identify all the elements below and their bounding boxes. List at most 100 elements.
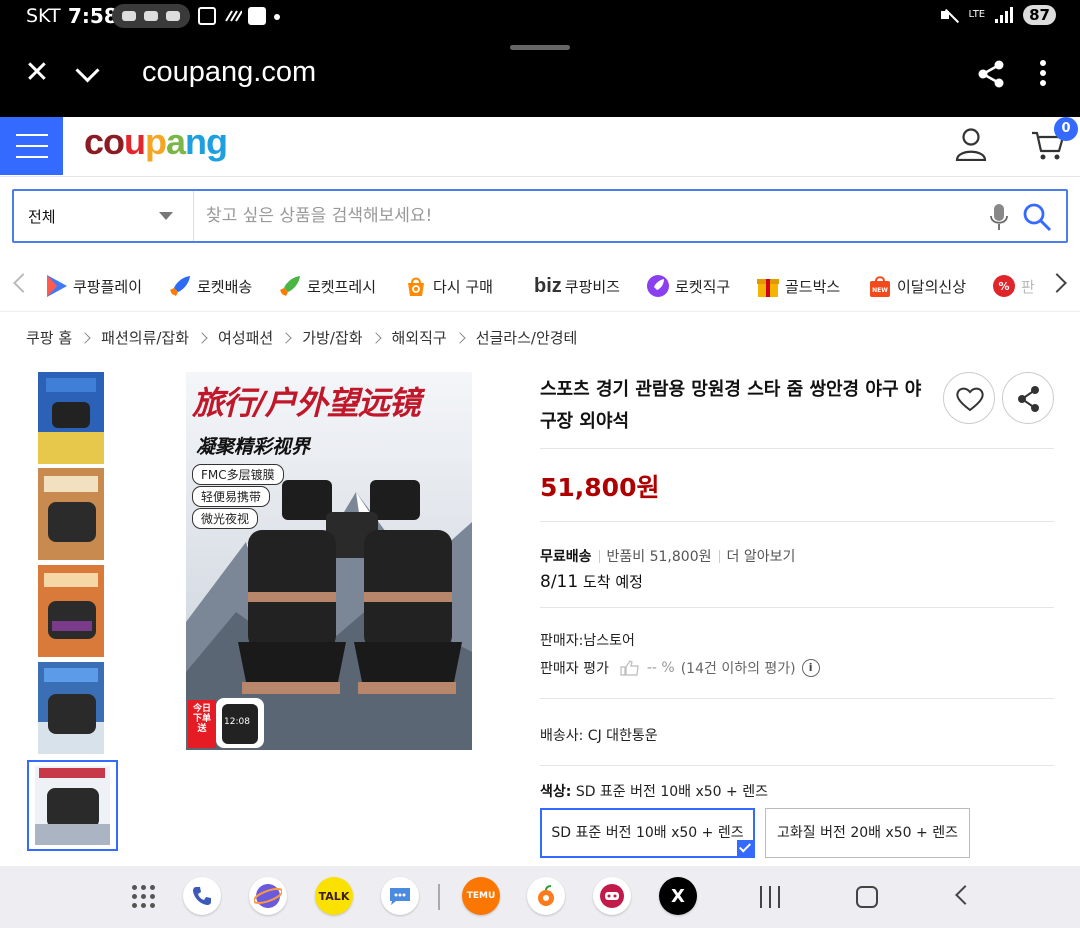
category-label: 쿠팡플레이 <box>73 277 143 296</box>
option-high-quality[interactable]: 고화질 버전 20배 x50 + 렌즈 <box>765 808 970 858</box>
scroll-left-icon[interactable] <box>13 273 33 293</box>
chevron-right-icon <box>369 331 382 344</box>
temu-app-icon[interactable]: TEMU <box>462 877 500 915</box>
drag-handle[interactable] <box>510 45 570 50</box>
product-thumbnail-selected[interactable] <box>27 760 118 851</box>
search-category-select[interactable]: 전체 <box>14 191 194 241</box>
mute-icon <box>940 7 959 23</box>
option-standard[interactable]: SD 표준 버전 10배 x50 + 렌즈 <box>540 808 755 858</box>
search-input[interactable] <box>206 203 966 229</box>
image-feature-tag: FMC多层镀膜 <box>192 464 284 485</box>
game-app-icon[interactable] <box>593 877 631 915</box>
color-selection: 색상: SD 표준 버전 10배 x50 + 렌즈 <box>540 781 768 801</box>
recent-apps-icon[interactable] <box>760 886 780 908</box>
arrival-date: 8/11 <box>540 572 579 592</box>
image-headline: 旅行/户外望远镜 <box>192 384 421 422</box>
product-thumbnail[interactable] <box>38 468 104 560</box>
share-product-button[interactable] <box>1002 372 1054 424</box>
divider <box>540 765 1054 766</box>
divider <box>540 521 1054 522</box>
more-options-icon[interactable] <box>1030 60 1056 90</box>
return-fee-label: 반품비 51,800원 <box>606 549 712 565</box>
category-rocket-fresh[interactable]: 로켓프레시 <box>278 272 376 300</box>
scroll-right-icon[interactable] <box>1047 273 1067 293</box>
breadcrumb-item[interactable]: 패션의류/잡화 <box>101 327 189 348</box>
category-rocket-global[interactable]: 로켓직구 <box>646 272 730 300</box>
clock: 7:58 <box>68 4 118 28</box>
check-icon <box>737 840 753 856</box>
thumbs-up-icon <box>620 660 639 676</box>
heart-icon <box>956 387 984 412</box>
product-thumbnail[interactable] <box>38 372 104 464</box>
category-label: 다시 구매 <box>433 277 493 296</box>
coupang-logo[interactable]: coupang <box>84 121 228 163</box>
chevron-down-icon[interactable] <box>74 62 104 86</box>
search-icon[interactable] <box>1022 202 1052 232</box>
category-label: 로켓배송 <box>197 277 253 296</box>
fruit-app-icon[interactable] <box>527 877 565 915</box>
user-icon[interactable] <box>955 127 987 162</box>
option-label: SD 표준 버전 10배 x50 + 렌즈 <box>551 825 744 841</box>
app-drawer-icon[interactable] <box>132 885 156 909</box>
carrier-label: SKT <box>26 5 61 27</box>
breadcrumb-item[interactable]: 여성패션 <box>218 327 273 348</box>
breadcrumb-item[interactable]: 가방/잡화 <box>302 327 362 348</box>
url-label[interactable]: coupang.com <box>142 56 316 89</box>
navigation-bar: TALK TEMU X <box>0 866 1080 928</box>
category-goldbox[interactable]: 골드박스 <box>756 272 840 300</box>
option-label: 고화질 버전 20배 x50 + 렌즈 <box>777 825 958 841</box>
chevron-right-icon <box>454 331 466 344</box>
seller-name[interactable]: 판매자:남스토어 <box>540 630 635 650</box>
category-discount[interactable]: % 판 <box>992 272 1035 300</box>
breadcrumb-item[interactable]: 해외직구 <box>392 327 447 348</box>
image-feature-tag: 轻便易携带 <box>192 486 271 507</box>
rebuy-icon <box>408 277 424 296</box>
app-notification-icon <box>248 7 266 25</box>
product-thumbnail[interactable] <box>38 662 104 754</box>
wishlist-button[interactable] <box>943 372 995 424</box>
category-rocket-delivery[interactable]: 로켓배송 <box>168 272 252 300</box>
svg-text:%: % <box>998 280 1009 293</box>
biz-icon: biz <box>534 274 562 297</box>
phone-app-icon[interactable] <box>183 877 221 915</box>
shipping-info: 무료배송 반품비 51,800원 더 알아보기 <box>540 546 795 566</box>
category-coupang-play[interactable]: 쿠팡플레이 <box>44 272 142 300</box>
back-icon[interactable] <box>955 885 975 905</box>
breadcrumb-item[interactable]: 선글라스/안경테 <box>476 327 578 348</box>
nfc-icon <box>224 7 243 25</box>
learn-more-link[interactable]: 더 알아보기 <box>727 546 796 566</box>
search-bar: 전체 <box>12 189 1068 243</box>
product-title: 스포츠 경기 관람용 망원경 스타 줌 쌍안경 야구 야구장 외야석 <box>540 379 922 432</box>
battery-level: 87 <box>1023 5 1056 25</box>
image-subheadline: 凝聚精彩视界 <box>196 436 311 458</box>
divider <box>540 698 1054 699</box>
category-label: 판 <box>1021 277 1035 296</box>
microphone-icon[interactable] <box>988 203 1010 231</box>
product-price: 51,800원 <box>540 473 660 502</box>
info-icon[interactable]: i <box>801 659 820 677</box>
x-app-icon[interactable]: X <box>659 877 697 915</box>
category-strip: 쿠팡플레이 로켓배송 로켓프레시 다시 구매 biz 쿠팡비즈 로켓직구 골드박… <box>0 258 1080 312</box>
menu-icon[interactable] <box>0 117 63 175</box>
product-main-image[interactable]: 旅行/户外望远镜 凝聚精彩视界 FMC多层镀膜 轻便易携带 微光夜视 今日下单送… <box>186 372 472 750</box>
color-label: 색상: <box>540 784 572 800</box>
color-value: SD 표준 버전 10배 x50 + 렌즈 <box>575 784 768 800</box>
category-new-arrivals[interactable]: NEW 이달의신상 <box>868 272 966 300</box>
browser-app-icon[interactable] <box>249 877 287 915</box>
svg-text:NEW: NEW <box>872 287 888 294</box>
seller-rating: 판매자 평가 -- % (14건 이하의 평가) i <box>540 658 820 678</box>
caret-down-icon <box>159 212 173 220</box>
messages-app-icon[interactable] <box>381 877 419 915</box>
category-rebuy[interactable]: 다시 구매 <box>404 272 493 300</box>
category-label: 쿠팡비즈 <box>564 277 620 296</box>
breadcrumb-item[interactable]: 쿠팡 홈 <box>26 327 72 348</box>
product-thumbnail[interactable] <box>38 565 104 657</box>
home-icon[interactable] <box>856 886 878 908</box>
cart-count-badge: 0 <box>1054 117 1078 141</box>
close-icon[interactable]: ✕ <box>22 58 52 88</box>
category-coupang-biz[interactable]: biz 쿠팡비즈 <box>534 272 620 300</box>
delivery-carrier: 배송사: CJ 대한통운 <box>540 728 658 744</box>
kakaotalk-app-icon[interactable]: TALK <box>315 877 353 915</box>
free-shipping-label: 무료배송 <box>540 549 592 565</box>
share-icon[interactable] <box>975 58 1007 90</box>
